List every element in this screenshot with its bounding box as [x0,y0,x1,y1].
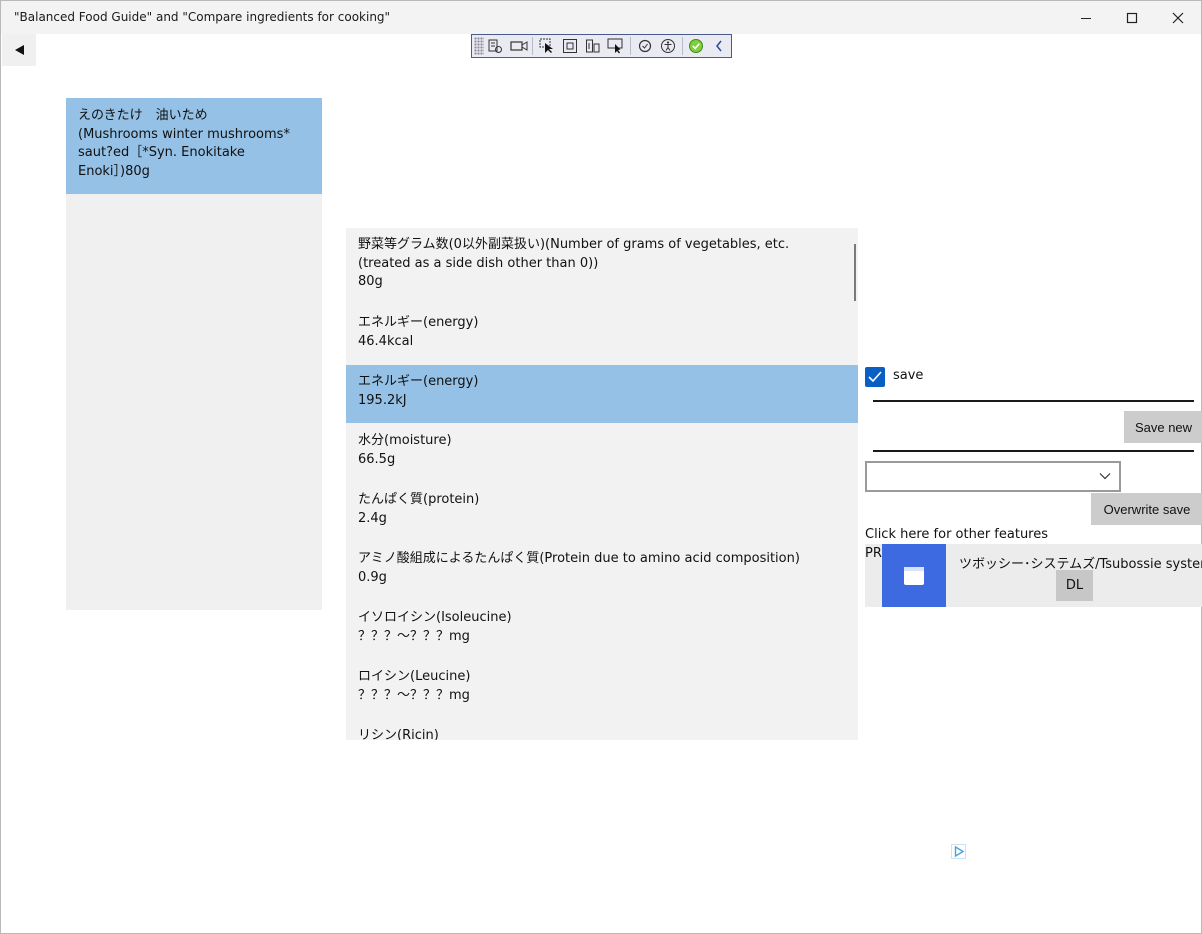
collapse-icon[interactable] [708,36,731,56]
pr-label: PR [865,546,882,561]
window-app-icon[interactable] [882,544,946,607]
selected-food-item[interactable]: えのきたけ 油いため (Mushrooms winter mushrooms* … [66,98,322,194]
nutrient-item-selected[interactable]: エネルギー(energy) 195.2kJ [346,365,858,423]
close-icon [1172,12,1184,23]
food-list[interactable]: えのきたけ 油いため (Mushrooms winter mushrooms* … [66,98,322,610]
nutrient-name: 野菜等グラム数(0以外副菜扱い)(Number of grams of vege… [358,237,790,271]
checkmark-icon [868,371,882,383]
nutrient-name: たんぱく質(protein) [358,492,480,507]
nutrient-name: エネルギー(energy) [358,374,479,389]
app-window: "Balanced Food Guide" and "Compare ingre… [0,0,1202,934]
nutrient-list[interactable]: 野菜等グラム数(0以外副菜扱い)(Number of grams of vege… [346,228,858,740]
accessibility-icon[interactable] [656,36,679,56]
nutrient-list-scrollbar[interactable] [854,244,856,301]
preview-selection-icon[interactable] [605,36,628,56]
nutrient-value: 80g [358,274,383,289]
nutrient-item[interactable]: 野菜等グラム数(0以外副菜扱い)(Number of grams of vege… [346,228,858,306]
divider [873,450,1194,452]
save-new-button[interactable]: Save new [1124,411,1202,443]
nutrient-name: エネルギー(energy) [358,315,479,330]
chevron-down-icon [1099,473,1111,480]
divider [873,400,1194,402]
title-bar[interactable]: "Balanced Food Guide" and "Compare ingre… [1,1,1201,34]
window-title: "Balanced Food Guide" and "Compare ingre… [14,10,391,24]
grip-icon[interactable] [474,37,484,55]
nutrient-item[interactable]: アミノ酸組成によるたんぱく質(Protein due to amino acid… [346,542,858,601]
nutrient-name: リシン(Ricin) [358,728,439,740]
nutrient-item[interactable]: たんぱく質(protein) 2.4g [346,483,858,542]
other-features-link[interactable]: Click here for other features [865,527,1048,542]
save-checkbox[interactable] [865,367,885,387]
select-element-icon[interactable] [535,36,558,56]
nutrient-value: 0.9g [358,569,387,585]
maximize-icon [1126,12,1138,23]
close-button[interactable] [1155,1,1201,34]
binding-failures-icon[interactable] [684,36,707,56]
track-focus-icon[interactable] [582,36,605,56]
minimize-button[interactable] [1063,1,1109,34]
nutrient-value: 66.5g [358,451,396,467]
record-icon[interactable] [507,36,530,56]
nutrient-name: イソロイシン(Isoleucine) [358,610,512,625]
download-button[interactable]: DL [1056,570,1093,601]
nutrient-value: 2.4g [358,510,387,526]
save-slot-combobox[interactable] [865,461,1121,492]
live-visual-tree-icon[interactable] [484,36,507,56]
nutrient-name: アミノ酸組成によるたんぱく質(Protein due to amino acid… [358,551,800,566]
overwrite-save-button[interactable]: Overwrite save [1091,493,1202,525]
hot-reload-icon[interactable] [633,36,656,56]
back-button[interactable] [2,34,36,66]
nutrient-value: 195.2kJ [358,392,407,408]
nutrient-name: ロイシン(Leucine) [358,669,471,684]
nutrient-item[interactable]: イソロイシン(Isoleucine) ？？？～？？？mg [346,601,858,660]
nutrient-item[interactable]: リシン(Ricin) [346,719,858,740]
nutrient-item[interactable]: ロイシン(Leucine) ？？？～？？？mg [346,660,858,719]
nutrient-item[interactable]: エネルギー(energy) 46.4kcal [346,306,858,365]
nutrient-value: ？？？～？？？mg [358,628,470,644]
nutrient-item[interactable]: 水分(moisture) 66.5g [346,424,858,483]
back-arrow-icon [15,45,24,55]
nutrient-name: 水分(moisture) [358,433,452,448]
minimize-icon [1081,17,1091,19]
pr-ad-banner[interactable]: PR ツボッシー･システムズ/Tsubossie systems DL [865,544,1202,607]
nutrient-value: ？？？～？？？mg [358,687,470,703]
save-checkbox-label: save [893,368,924,383]
display-layout-adorners-icon[interactable] [558,36,581,56]
nutrient-value: 46.4kcal [358,333,414,349]
debug-toolbar [471,34,732,58]
maximize-button[interactable] [1109,1,1155,34]
adchoices-icon[interactable] [951,844,966,859]
